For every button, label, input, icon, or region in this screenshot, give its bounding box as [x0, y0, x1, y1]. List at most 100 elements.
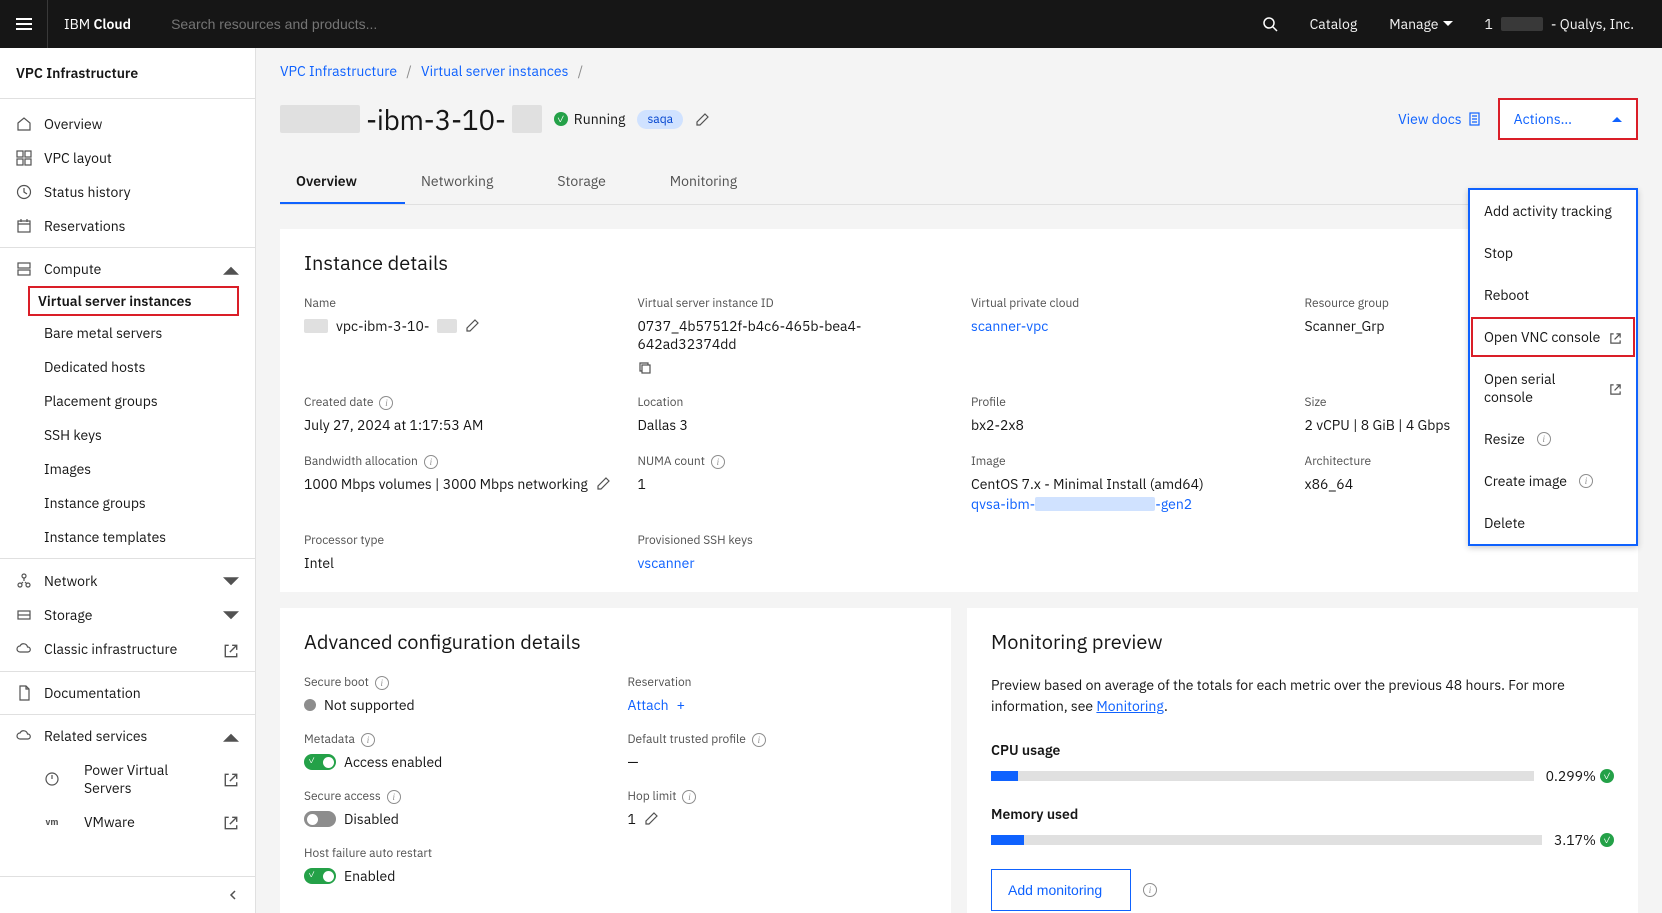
panel-heading: Advanced configuration details — [304, 628, 927, 655]
chevron-down-icon — [1443, 21, 1453, 27]
sidebar-item-vsi[interactable]: Virtual server instances — [28, 286, 239, 316]
image-link[interactable]: qvsa-ibm--gen2 — [971, 495, 1192, 513]
action-delete[interactable]: Delete — [1470, 502, 1636, 544]
field-value: Attach + — [628, 696, 928, 714]
info-icon[interactable]: i — [752, 733, 766, 747]
edit-tags-button[interactable] — [695, 110, 709, 128]
breadcrumb-vpc-infra[interactable]: VPC Infrastructure — [280, 62, 397, 80]
field-label: Virtual private cloud — [971, 296, 1281, 311]
info-icon[interactable]: i — [682, 790, 696, 804]
info-icon[interactable]: i — [361, 733, 375, 747]
add-icon[interactable]: + — [677, 696, 685, 714]
clock-icon — [16, 184, 32, 200]
action-reboot[interactable]: Reboot — [1470, 274, 1636, 316]
action-resize[interactable]: Resizei — [1470, 418, 1636, 460]
sidebar-item-overview[interactable]: Overview — [0, 107, 255, 141]
sidebar-item-storage[interactable]: Storage — [0, 598, 255, 632]
sidebar-title: VPC Infrastructure — [0, 48, 255, 99]
chevron-up-icon — [223, 260, 239, 278]
breadcrumb-vsi[interactable]: Virtual server instances — [421, 62, 568, 80]
info-icon[interactable]: i — [1143, 883, 1157, 897]
attach-reservation-link[interactable]: Attach — [628, 696, 669, 714]
edit-hop-button[interactable] — [644, 812, 658, 826]
catalog-link[interactable]: Catalog — [1298, 15, 1370, 33]
sidebar-item-label: Related services — [44, 727, 147, 745]
action-add-activity-tracking[interactable]: Add activity tracking — [1470, 190, 1636, 232]
action-create-image[interactable]: Create imagei — [1470, 460, 1636, 502]
sidebar-item-vmware[interactable]: vm VMware — [0, 805, 255, 839]
action-stop[interactable]: Stop — [1470, 232, 1636, 274]
edit-name-button[interactable] — [465, 319, 479, 333]
sidebar-item-bare-metal[interactable]: Bare metal servers — [0, 316, 255, 350]
view-docs-link[interactable]: View docs — [1398, 110, 1482, 128]
sidebar-item-dedicated-hosts[interactable]: Dedicated hosts — [0, 350, 255, 384]
sidebar-item-instance-templates[interactable]: Instance templates — [0, 520, 255, 554]
panel-heading: Monitoring preview — [991, 628, 1614, 655]
search-area[interactable] — [155, 16, 1250, 32]
sidebar: VPC Infrastructure Overview VPC layout S… — [0, 48, 256, 913]
info-icon[interactable]: i — [711, 455, 725, 469]
tab-storage[interactable]: Storage — [541, 160, 653, 204]
action-open-serial-console[interactable]: Open serial console — [1470, 358, 1636, 418]
info-icon[interactable]: i — [375, 676, 389, 690]
status-label: Running — [574, 110, 626, 128]
account-switcher[interactable]: 1 - Qualys, Inc. — [1473, 15, 1647, 33]
chevron-up-icon — [1612, 116, 1622, 122]
sidebar-item-vpc-layout[interactable]: VPC layout — [0, 141, 255, 175]
search-icon[interactable] — [1250, 0, 1290, 48]
status-dot-icon — [304, 699, 316, 711]
field-vpc: Virtual private cloud scanner-vpc — [971, 296, 1281, 375]
field-label: Reservation — [628, 675, 928, 690]
sidebar-item-label: Virtual server instances — [38, 292, 191, 310]
add-monitoring-button[interactable]: Add monitoring — [991, 869, 1131, 911]
metadata-value: Access enabled — [344, 753, 442, 771]
sidebar-item-power-vs[interactable]: Power Virtual Servers — [0, 753, 255, 805]
sidebar-item-placement-groups[interactable]: Placement groups — [0, 384, 255, 418]
tab-monitoring[interactable]: Monitoring — [654, 160, 785, 204]
sidebar-item-instance-groups[interactable]: Instance groups — [0, 486, 255, 520]
sidebar-item-status-history[interactable]: Status history — [0, 175, 255, 209]
sidebar-item-network[interactable]: Network — [0, 563, 255, 597]
secure-access-toggle[interactable] — [304, 811, 336, 827]
sidebar-item-images[interactable]: Images — [0, 452, 255, 486]
host-fail-value: Enabled — [344, 867, 395, 885]
sidebar-item-documentation[interactable]: Documentation — [0, 676, 255, 710]
info-icon[interactable]: i — [424, 455, 438, 469]
account-prefix: 1 — [1485, 15, 1493, 33]
breadcrumb-sep: / — [578, 62, 583, 80]
field-numa: NUMA counti 1 — [638, 454, 948, 513]
sidebar-item-compute[interactable]: Compute — [0, 252, 255, 286]
ssh-key-link[interactable]: vscanner — [638, 554, 695, 572]
info-icon[interactable]: i — [387, 790, 401, 804]
manage-link[interactable]: Manage — [1377, 15, 1464, 33]
sidebar-item-reservations[interactable]: Reservations — [0, 209, 255, 243]
action-open-vnc-console[interactable]: Open VNC console — [1470, 316, 1636, 358]
sidebar-item-label: Instance templates — [44, 528, 166, 546]
vpc-link[interactable]: scanner-vpc — [971, 317, 1048, 335]
monitoring-link[interactable]: Monitoring — [1096, 697, 1164, 715]
sidebar-item-related-services[interactable]: Related services — [0, 719, 255, 753]
chevron-up-icon — [223, 727, 239, 745]
brand[interactable]: IBM Cloud — [48, 15, 147, 33]
hamburger-menu[interactable] — [0, 0, 48, 48]
sidebar-item-label: Instance groups — [44, 494, 146, 512]
sidebar-item-ssh-keys[interactable]: SSH keys — [0, 418, 255, 452]
search-input[interactable] — [171, 16, 1234, 32]
view-docs-label: View docs — [1398, 110, 1462, 128]
field-ssh-keys: Provisioned SSH keys vscanner — [638, 533, 948, 572]
host-failure-toggle[interactable] — [304, 868, 336, 884]
tag-badge[interactable]: saqa — [637, 110, 683, 129]
tabs: Overview Networking Storage Monitoring — [280, 160, 1638, 205]
collapse-sidebar-button[interactable] — [0, 876, 255, 913]
field-value: 1 — [628, 810, 928, 828]
info-icon[interactable]: i — [379, 396, 393, 410]
field-label: Hop limiti — [628, 789, 928, 804]
tab-networking[interactable]: Networking — [405, 160, 541, 204]
copy-id-button[interactable] — [638, 361, 652, 375]
metadata-toggle[interactable] — [304, 754, 336, 770]
actions-dropdown-button[interactable]: Actions... — [1498, 98, 1638, 140]
sidebar-item-classic[interactable]: Classic infrastructure — [0, 632, 255, 666]
edit-bandwidth-button[interactable] — [596, 477, 610, 491]
tab-overview[interactable]: Overview — [280, 160, 405, 204]
server-icon — [16, 261, 32, 277]
